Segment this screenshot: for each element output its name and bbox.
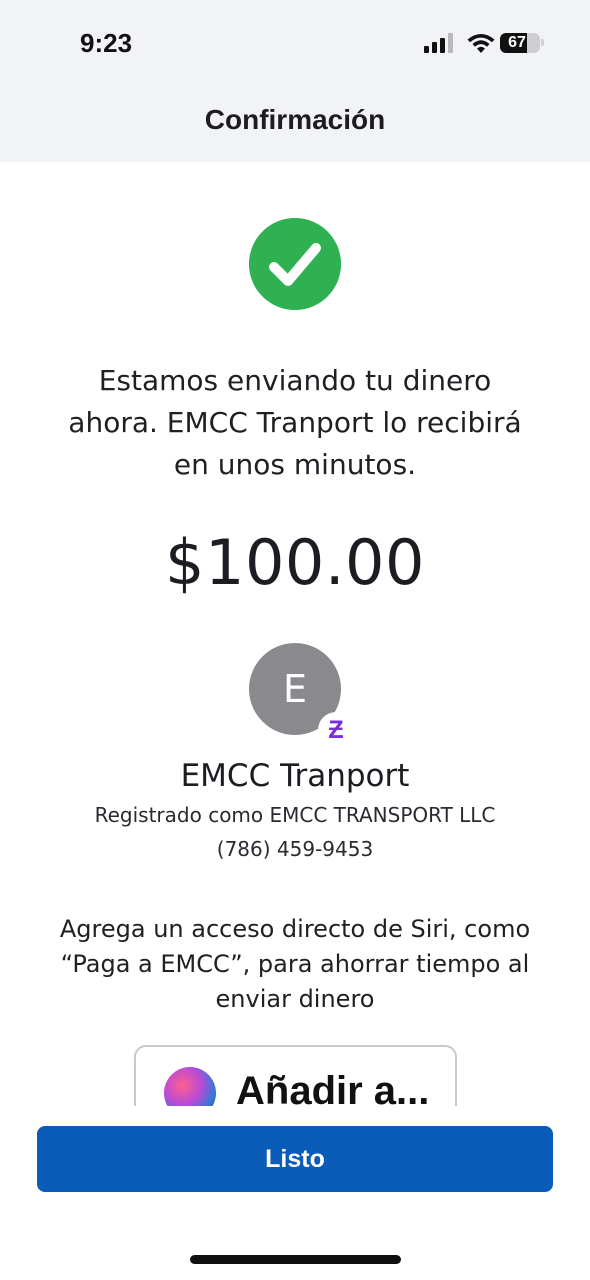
wifi-icon — [467, 34, 495, 53]
signal-icon — [424, 31, 454, 53]
status-icons: 67 — [420, 31, 550, 57]
done-button[interactable]: Listo — [37, 1126, 553, 1192]
confirmation-message: Estamos enviando tu dinero ahora. EMCC T… — [68, 364, 522, 481]
battery-icon: 67 — [500, 33, 540, 53]
siri-shortcut-prompt: Agrega un acceso directo de Siri, como “… — [59, 915, 531, 1013]
battery-tip — [541, 39, 544, 46]
recipient-name: EMCC Tranport — [180, 758, 410, 794]
amount-sent: $100.00 — [165, 526, 425, 599]
recipient-registered-name: Registrado como EMCC TRANSPORT LLC — [94, 803, 496, 827]
page-title: Confirmación — [204, 104, 386, 135]
home-indicator[interactable] — [190, 1255, 401, 1264]
battery-level: 67 — [508, 34, 526, 51]
recipient-phone: (786) 459-9453 — [216, 837, 374, 861]
cash-app-badge-icon: Ƶ — [318, 712, 354, 748]
header-bar: 9:23 67 Confirmación — [0, 0, 590, 162]
checkmark-circle-icon — [249, 218, 341, 310]
status-time: 9:23 — [80, 28, 133, 58]
scroll-fade — [0, 1106, 590, 1126]
